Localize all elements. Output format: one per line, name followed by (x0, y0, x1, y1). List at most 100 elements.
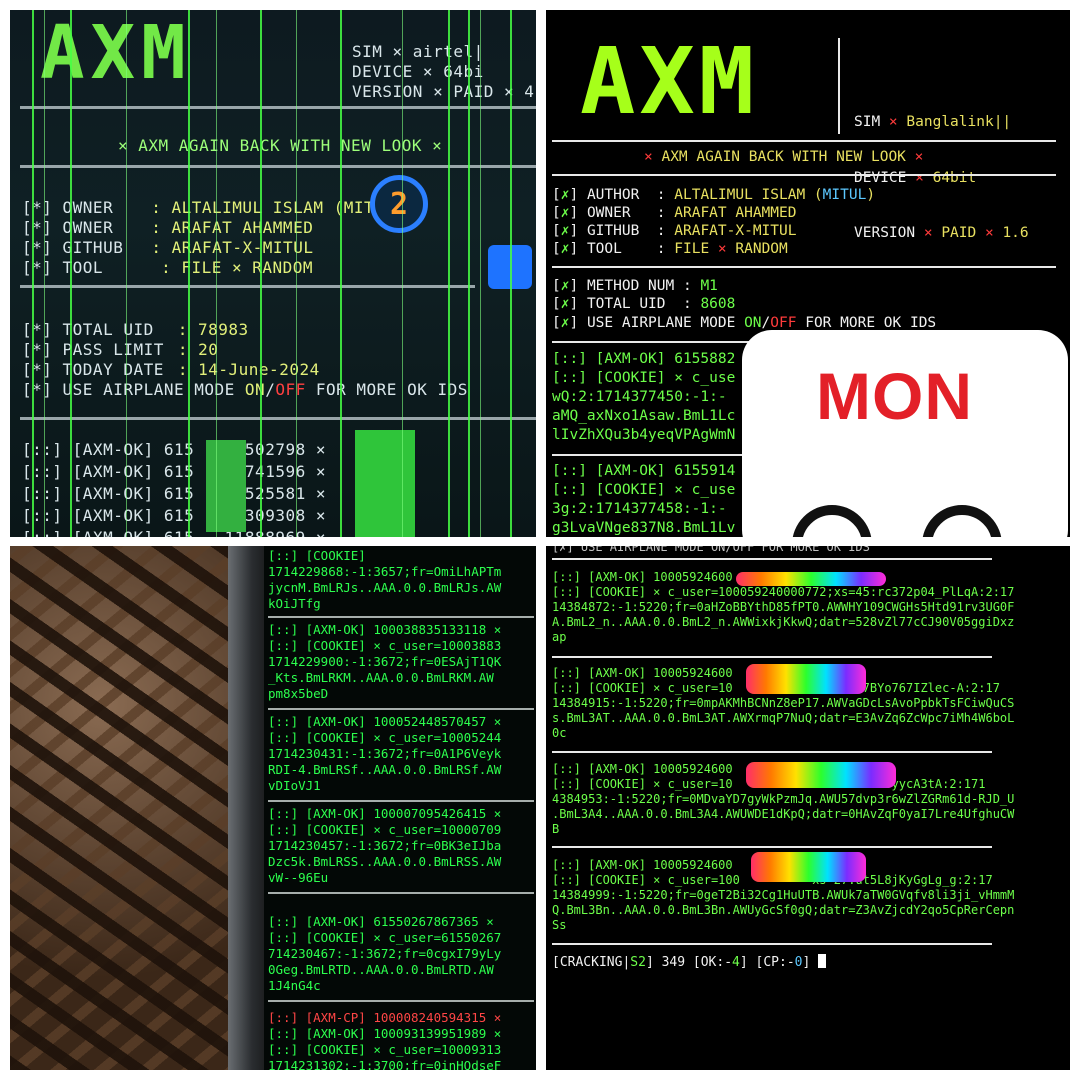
screen-artifact-line (260, 10, 262, 537)
log-line: [::] [COOKIE] (268, 548, 366, 563)
divider (20, 285, 475, 288)
divider (552, 174, 1056, 176)
result-cookie: [::] [COOKIE] × c_use (552, 482, 736, 498)
log-line: 714230467:-1:3672;fr=0cgxI79yLy (268, 946, 502, 961)
log-line: [::] [AXM-OK] 100007095426415 × (268, 806, 502, 821)
result-cookie-cont: s.BmL3AT..AAA.0.0.BmL3AT.AWXrmqP7NuQ;dat… (552, 711, 1015, 725)
log-line: [::] [AXM-OK] 100052448570457 × (268, 714, 502, 729)
divider (552, 140, 1056, 142)
log-line: kOiJTfg (268, 596, 321, 611)
field-row: [*] OWNER: ALTALIMUL ISLAM (MITUL) (22, 198, 405, 217)
result-cookie-cont: 3g:2:1714377458:-1:- (552, 501, 727, 517)
field-owner: [✗] OWNER : ARAFAT AHAMMED (552, 205, 797, 221)
screen-artifact-line (402, 10, 403, 537)
eye-icon (792, 505, 872, 537)
banner: × AXM AGAIN BACK WITH NEW LOOK × (644, 149, 924, 165)
log-line: RDI-4.BmLRSf..AAA.0.0.BmLRSf.AW (268, 762, 502, 777)
pixelated-censor (206, 440, 246, 532)
log-line: Dzc5k.BmLRSS..AAA.0.0.BmLRSS.AW (268, 854, 502, 869)
result-cookie-cont: lIvZhXQu3b4yeqVPAgWmN (552, 427, 736, 443)
terminal-cursor[interactable] (818, 954, 827, 968)
log-line: vW--96Eu (268, 870, 329, 885)
field-row: [*] TOOL: FILE × RANDOM (22, 258, 314, 277)
log-line: [::] [COOKIE] × c_user=61550267 (268, 930, 502, 945)
airplane-row: [✗] USE AIRPLANE MODE ON/OFF FOR MORE OK… (552, 546, 870, 554)
screen-artifact-line (510, 10, 512, 537)
log-line: [::] [COOKIE] × c_user=10009313 (268, 1042, 502, 1057)
log-line: [::] [AXM-OK] 100093139951989 × (268, 1026, 502, 1041)
log-line: [::] [AXM-OK] 100038835133118 × (268, 622, 502, 637)
divider (268, 616, 534, 618)
field-tool: [✗] TOOL : FILE × RANDOM (552, 241, 788, 257)
divider (20, 417, 536, 420)
field-github: [✗] GITHUB : ARAFAT-X-MITUL (552, 223, 797, 239)
result-row: [::] [AXM-OK] 615 12309308 × (22, 506, 326, 525)
result-cookie-cont: 14384872:-1:5220;fr=0aHZoBBYthD85fPT0.AW… (552, 600, 1015, 614)
result-ok: [::] [AXM-OK] 6155882 (552, 351, 736, 367)
result-cookie-cont: B (552, 822, 560, 836)
airplane-row: [*] USE AIRPLANE MODE ON/OFF FOR MORE OK… (22, 380, 468, 399)
log-line: jycnM.BmLRJs..AAA.0.0.BmLRJs.AW (268, 580, 502, 595)
screen-artifact-line (448, 10, 450, 537)
divider (268, 1000, 534, 1002)
result-row: [::] [AXM-OK] 615 35502798 × (22, 440, 326, 459)
log-line: 1714229900:-1:3672;fr=0ESAjT1QK (268, 654, 502, 669)
redaction-scribble (751, 852, 866, 882)
log-line: pm8x5beD (268, 686, 329, 701)
pixelated-censor (355, 430, 415, 537)
screen-artifact-line (188, 10, 190, 537)
method-row: [✗] METHOD NUM : M1 (552, 278, 718, 294)
result-cookie-cont: g3LvaVNge837N8.BmL1Lv (552, 520, 736, 536)
log-line: 1J4nG4c (268, 978, 321, 993)
divider (552, 943, 992, 945)
divider (268, 892, 534, 894)
redaction-scribble (736, 572, 886, 586)
screen-artifact-line (296, 10, 297, 537)
result-cookie-cont: ap (552, 630, 567, 644)
result-row: [::] [AXM-OK] 615 13525581 × (22, 484, 326, 503)
terminal-bottom-right: [✗] USE AIRPLANE MODE ON/OFF FOR MORE OK… (546, 546, 1070, 1070)
stat-row: [*] TODAY DATE: 14-June-2024 (22, 360, 320, 379)
divider (20, 165, 536, 168)
divider (552, 846, 992, 848)
log-line: [::] [COOKIE] × c_user=10003883 (268, 638, 502, 653)
eye-icon (922, 505, 1002, 537)
result-ok: [::] [AXM-OK] 10005924600 (552, 762, 733, 776)
result-cookie-cont: 14384915:-1:5220;fr=0mpAKMhBCNnZ8eP17.AW… (552, 696, 1015, 710)
divider (552, 266, 1056, 268)
redaction-scribble (746, 664, 866, 694)
banner: × AXM AGAIN BACK WITH NEW LOOK × (118, 136, 443, 155)
screen-artifact-line (340, 10, 342, 537)
screen-artifact-line (468, 10, 470, 537)
log-line: [::] [COOKIE] × c_user=10000709 (268, 822, 502, 837)
result-cookie-cont: Q.BmL3Bn..AAA.0.0.BmL3Bn.AWUyGcSf0gQ;dat… (552, 903, 1015, 917)
cracking-status: [CRACKING|S2] 349 [OK:-4] [CP:-0] (552, 954, 827, 970)
result-cookie: [::] [COOKIE] × c_use (552, 370, 736, 386)
divider (268, 708, 534, 710)
info-version: VERSION × PAID × 4 (352, 82, 535, 101)
photo-terminal-top-left: AXM SIM × airtel| DEVICE × 64bi VERSION … (10, 10, 536, 537)
stat-row: [*] TOTAL UID: 78983 (22, 320, 249, 339)
result-cookie-cont: wQ:2:1714377450:-1:- (552, 389, 727, 405)
total-uid-row: [✗] TOTAL UID : 8608 (552, 296, 736, 312)
log-line: _Kts.BmLRKM..AAA.0.0.BmLRKM.AW (268, 670, 494, 685)
info-sim: SIM × airtel| (352, 42, 484, 61)
axm-logo: AXM (580, 28, 759, 135)
result-row: [::] [AXM-OK] 615 70741596 × (22, 462, 326, 481)
log-line: 1714231302:-1:3700;fr=0inHQdseF (268, 1058, 502, 1070)
result-cookie-cont: 0c (552, 726, 567, 740)
log-line-cp: [::] [AXM-CP] 100008240594315 × (268, 1010, 502, 1025)
result-cookie-cont: .BmL3A4..AAA.0.0.BmL3A4.AWUWDE1dKpQ;datr… (552, 807, 1015, 821)
field-row: [*] OWNER: ARAFAT AHAMMED (22, 218, 314, 237)
divider (552, 751, 992, 753)
result-ok: [::] [AXM-OK] 6155914 (552, 463, 736, 479)
log-line: [::] [AXM-OK] 61550267867365 × (268, 914, 494, 929)
redaction-scribble (746, 762, 896, 788)
sticker-label: MON (816, 359, 973, 433)
log-line: 1714230431:-1:3672;fr=0A1P6Veyk (268, 746, 502, 761)
carpet-background (10, 546, 240, 1070)
axm-logo: AXM (40, 10, 192, 96)
sticker-card: MON (742, 330, 1068, 537)
screen-artifact-line (44, 10, 45, 537)
result-ok: [::] [AXM-OK] 10005924600 (552, 666, 733, 680)
